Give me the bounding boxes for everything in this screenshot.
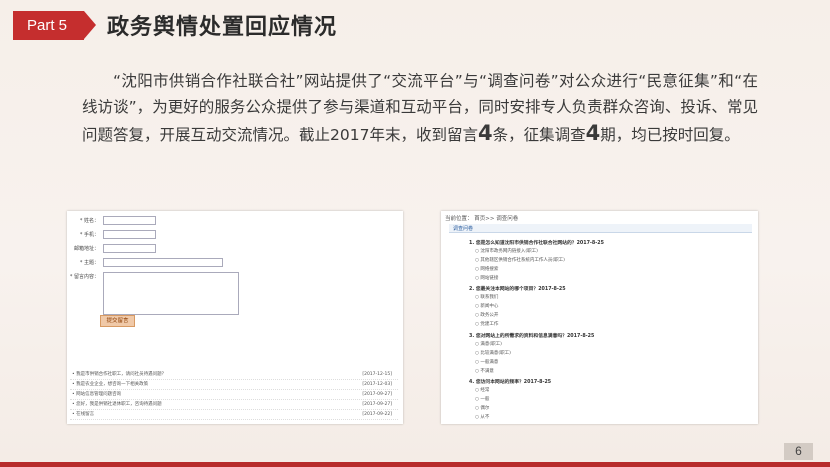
list-item-date: [2017-12-15] (362, 372, 392, 377)
survey-tabbar: 调查问卷 (449, 224, 752, 233)
list-item-date: [2017-12-03] (362, 382, 392, 387)
list-item[interactable]: • 您好，我是供销社退休职工，咨询待遇问题 [2017-09-27] (70, 400, 398, 410)
survey-option[interactable]: 党建工作 (475, 321, 498, 327)
survey-question-3: 3. 您对网站上的所需求的资料和信息满意吗？2017-8-25 (469, 334, 595, 339)
survey-option[interactable]: 网站链接 (475, 275, 498, 281)
email-input[interactable] (103, 244, 156, 253)
survey-count: 4 (585, 121, 601, 145)
summary-text-2: 条，征集调查 (492, 126, 586, 144)
survey-option[interactable]: 从不 (475, 414, 489, 420)
survey-option[interactable]: 沈阳市政务网内链接入(职工) (475, 248, 538, 254)
survey-question-2: 2. 您最关注本网站的哪个项目？2017-8-25 (469, 287, 566, 292)
summary-paragraph: “沈阳市供销合作社联合社”网站提供了“交流平台”与“调查问卷”对公众进行“民意征… (82, 68, 758, 148)
list-item-title[interactable]: • 我是市供销合作社职工，请问社员待遇问题？ (72, 370, 166, 379)
list-item-date: [2017-09-22] (362, 412, 392, 417)
content-textarea[interactable] (103, 272, 239, 315)
survey-option[interactable]: 联系我们 (475, 294, 498, 300)
footer-bar (0, 462, 830, 467)
survey-question-1: 1. 您是怎么知道沈阳市供销合作社联合社网站的？2017-8-25 (469, 241, 604, 246)
phone-input[interactable] (103, 230, 156, 239)
name-input[interactable] (103, 216, 156, 225)
survey-question-4: 4. 您访问本网站的频率？2017-8-25 (469, 380, 552, 385)
survey-option[interactable]: 一般 (475, 396, 489, 402)
list-item-date: [2017-09-27] (362, 402, 392, 407)
survey-screenshot: 当前位置： 首页>> 调查问卷 调查问卷 1. 您是怎么知道沈阳市供销合作社联合… (441, 211, 758, 424)
survey-option[interactable]: 偶尔 (475, 405, 489, 411)
survey-option[interactable]: 政务公开 (475, 312, 498, 318)
tab-survey[interactable]: 调查问卷 (453, 225, 473, 232)
field-label-subject: * 主题： (79, 260, 99, 266)
page-title: 政务舆情处置回应情况 (107, 14, 338, 40)
submit-button[interactable]: 提交留言 (100, 315, 135, 327)
survey-option[interactable]: 网络搜索 (475, 266, 498, 272)
survey-option[interactable]: 一般满意 (475, 359, 498, 365)
survey-option[interactable]: 经常 (475, 387, 489, 393)
list-item[interactable]: • 我是农业企业，想咨询一下相关政策 [2017-12-03] (70, 380, 398, 390)
list-item-title[interactable]: • 您好，我是供销社退休职工，咨询待遇问题 (72, 400, 162, 409)
list-item-title[interactable]: • 网站信息管理问题咨询 (72, 390, 121, 399)
list-item[interactable]: • 我是市供销合作社职工，请问社员待遇问题？ [2017-12-15] (70, 370, 398, 380)
message-list: • 我是市供销合作社职工，请问社员待遇问题？ [2017-12-15] • 我是农… (70, 370, 398, 420)
field-label-email: 邮箱地址： (73, 246, 99, 252)
list-item-title[interactable]: • 我是农业企业，想咨询一下相关政策 (72, 380, 148, 389)
field-label-name: * 姓名： (79, 218, 99, 224)
breadcrumb: 当前位置： 首页>> 调查问卷 (445, 216, 519, 222)
page-number: 6 (784, 443, 813, 460)
part-badge: Part 5 (13, 11, 96, 40)
message-form-screenshot: * 姓名： * 手机： 邮箱地址： * 主题： * 留言内容： 提交留言 • 我… (67, 211, 403, 424)
subject-input[interactable] (103, 258, 223, 267)
field-label-phone: * 手机： (79, 232, 99, 238)
list-item-date: [2017-09-27] (362, 392, 392, 397)
survey-option[interactable]: 不满意 (475, 368, 494, 374)
survey-option[interactable]: 新闻中心 (475, 303, 498, 309)
list-item[interactable]: • 网站信息管理问题咨询 [2017-09-27] (70, 390, 398, 400)
list-item-title[interactable]: • 在线留言 (72, 410, 94, 419)
summary-text-3: 期，均已按时回复。 (600, 126, 740, 144)
list-item[interactable]: • 在线留言 [2017-09-22] (70, 410, 398, 420)
field-label-content: * 留言内容： (69, 274, 99, 280)
survey-option[interactable]: 满意(职工) (475, 341, 502, 347)
survey-option[interactable]: 其他辖区供销合作社系统内工作人员(职工) (475, 257, 565, 263)
survey-option[interactable]: 比较满意(职工) (475, 350, 511, 356)
message-count: 4 (477, 121, 493, 145)
